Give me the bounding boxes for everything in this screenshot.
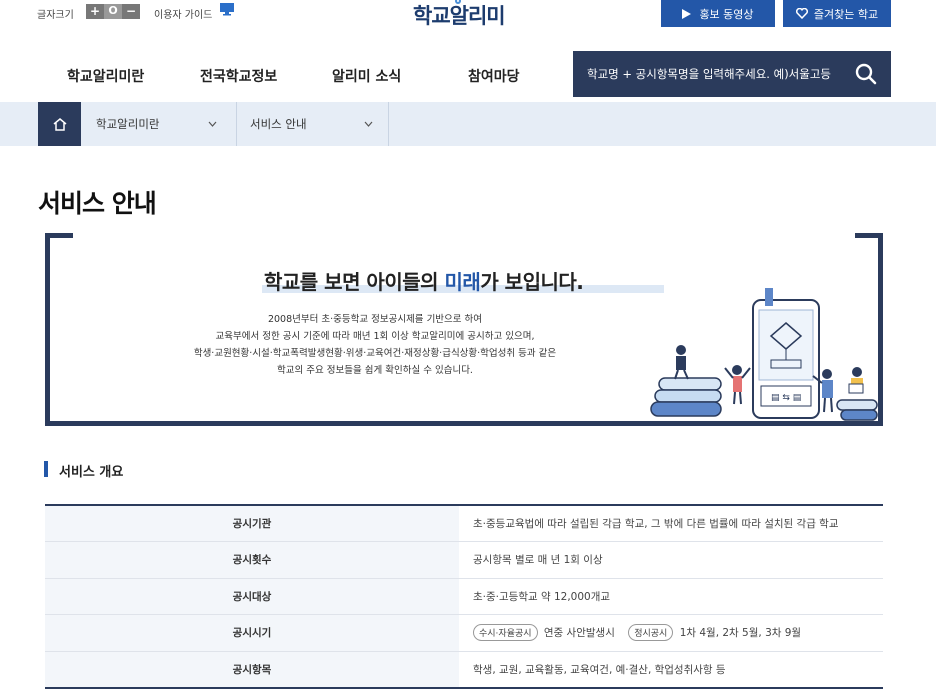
favorite-schools-button[interactable]: 즐겨찾는 학교 [783, 0, 891, 27]
banner-corner-left [45, 233, 73, 426]
nav-item-national-school-info[interactable]: 전국학교정보 [200, 66, 277, 86]
table-row: 공시항목 학생, 교원, 교육활동, 교육여건, 예·결산, 학업성취사항 등 [45, 651, 883, 688]
section-marker [44, 461, 48, 477]
favorite-schools-label: 즐겨찾는 학교 [813, 7, 879, 21]
banner-headline: 학교를 보면 아이들의 미래가 보입니다. [264, 266, 584, 295]
monitor-icon[interactable] [219, 2, 235, 16]
search-placeholder: 학교명 + 공시항목명을 입력해주세요. 예)서울고등 [587, 67, 831, 81]
intro-banner: 학교를 보면 아이들의 미래가 보입니다. 2008년부터 초·중등학교 정보공… [45, 233, 883, 426]
row-value: 초·중·고등학교 약 12,000개교 [459, 578, 883, 615]
regular-disclosure-text: 1차 4월, 2차 5월, 3차 9월 [679, 627, 802, 640]
table-row: 공시대상 초·중·고등학교 약 12,000개교 [45, 578, 883, 615]
breadcrumb-level2-label: 서비스 안내 [250, 117, 307, 131]
headline-highlight-word: 미래 [444, 270, 481, 294]
row-label: 공시기관 [45, 505, 459, 542]
breadcrumb-level2[interactable]: 서비스 안내 [250, 102, 388, 146]
table-row: 공시기관 초·중등교육법에 따라 설립된 각급 학교, 그 밖에 다른 법률에 … [45, 505, 883, 542]
svg-text:▤ ⇆ ▤: ▤ ⇆ ▤ [771, 393, 801, 403]
row-value: 수시·자율공시 연중 사안발생시 정시공시 1차 4월, 2차 5월, 3차 9… [459, 614, 883, 652]
promo-video-button[interactable]: 홍보 동영상 [661, 0, 775, 27]
table-row: 공시횟수 공시항목 별로 매 년 1회 이상 [45, 541, 883, 579]
row-label: 공시대상 [45, 578, 459, 615]
row-label: 공시항목 [45, 651, 459, 688]
table-row: 공시시기 수시·자율공시 연중 사안발생시 정시공시 1차 4월, 2차 5월,… [45, 614, 883, 652]
banner-line: 학교의 주요 정보들을 쉽게 확인하실 수 있습니다. [277, 365, 473, 376]
banner-line: 학생·교원현황·시설·학교폭력발생현황·위생·교육여건·재정상황·급식상황·학업… [193, 348, 557, 359]
row-value: 공시항목 별로 매 년 1회 이상 [459, 541, 883, 579]
site-logo[interactable]: 학교알리미 [413, 0, 506, 30]
occasional-disclosure-text: 연중 사안발생시 [543, 627, 615, 640]
home-icon [53, 117, 66, 131]
font-size-controls: + O − [86, 4, 140, 19]
regular-disclosure-badge: 정시공시 [628, 624, 674, 642]
page-title: 서비스 안내 [38, 189, 157, 218]
row-label: 공시횟수 [45, 541, 459, 579]
search-icon[interactable] [855, 63, 877, 85]
breadcrumb: 학교알리미란 서비스 안내 [0, 102, 936, 146]
promo-video-label: 홍보 동영상 [699, 7, 754, 21]
banner-description: 2008년부터 초·중등학교 정보공시제를 기반으로 하여 교육부에서 정한 공… [155, 311, 595, 379]
breadcrumb-divider [388, 102, 389, 146]
row-value: 초·중등교육법에 따라 설립된 각급 학교, 그 밖에 다른 법률에 따라 설치… [459, 505, 883, 542]
headline-part: 학교를 보면 아이들의 [264, 270, 445, 294]
banner-line: 2008년부터 초·중등학교 정보공시제를 기반으로 하여 [267, 314, 483, 325]
section-title: 서비스 개요 [59, 465, 124, 480]
breadcrumb-divider [236, 102, 237, 146]
search-input[interactable]: 학교명 + 공시항목명을 입력해주세요. 예)서울고등 [573, 51, 891, 97]
user-guide-link[interactable]: 이용자 가이드 [154, 6, 212, 21]
occasional-disclosure-badge: 수시·자율공시 [473, 624, 538, 642]
font-decrease-button[interactable]: − [122, 4, 140, 19]
row-label: 공시시기 [45, 614, 459, 652]
nav-item-about[interactable]: 학교알리미란 [67, 66, 144, 86]
breadcrumb-level1-label: 학교알리미란 [96, 117, 160, 131]
school-info-illustration: ▤ ⇆ ▤ [650, 288, 878, 421]
utility-bar: 글자크기 + O − 이용자 가이드 학교알리미 홍보 동영상 즐겨찾는 학교 [0, 0, 936, 32]
heart-icon [795, 8, 808, 19]
font-size-label: 글자크기 [37, 10, 74, 21]
home-button[interactable] [38, 102, 81, 146]
service-overview-table: 공시기관 초·중등교육법에 따라 설립된 각급 학교, 그 밖에 다른 법률에 … [45, 504, 883, 689]
banner-line: 교육부에서 정한 공시 기준에 따라 매년 1회 이상 학교알리미에 공시하고 … [215, 331, 535, 342]
headline-part: 가 보입니다. [480, 270, 584, 294]
chevron-down-icon [208, 121, 217, 127]
nav-item-news[interactable]: 알리미 소식 [332, 66, 401, 86]
font-increase-button[interactable]: + [86, 4, 104, 19]
play-icon [682, 8, 692, 19]
row-value: 학생, 교원, 교육활동, 교육여건, 예·결산, 학업성취사항 등 [459, 651, 883, 688]
font-reset-button[interactable]: O [104, 4, 122, 19]
nav-item-participation[interactable]: 참여마당 [468, 66, 520, 86]
breadcrumb-level1[interactable]: 학교알리미란 [96, 102, 236, 146]
chevron-down-icon [364, 121, 373, 127]
